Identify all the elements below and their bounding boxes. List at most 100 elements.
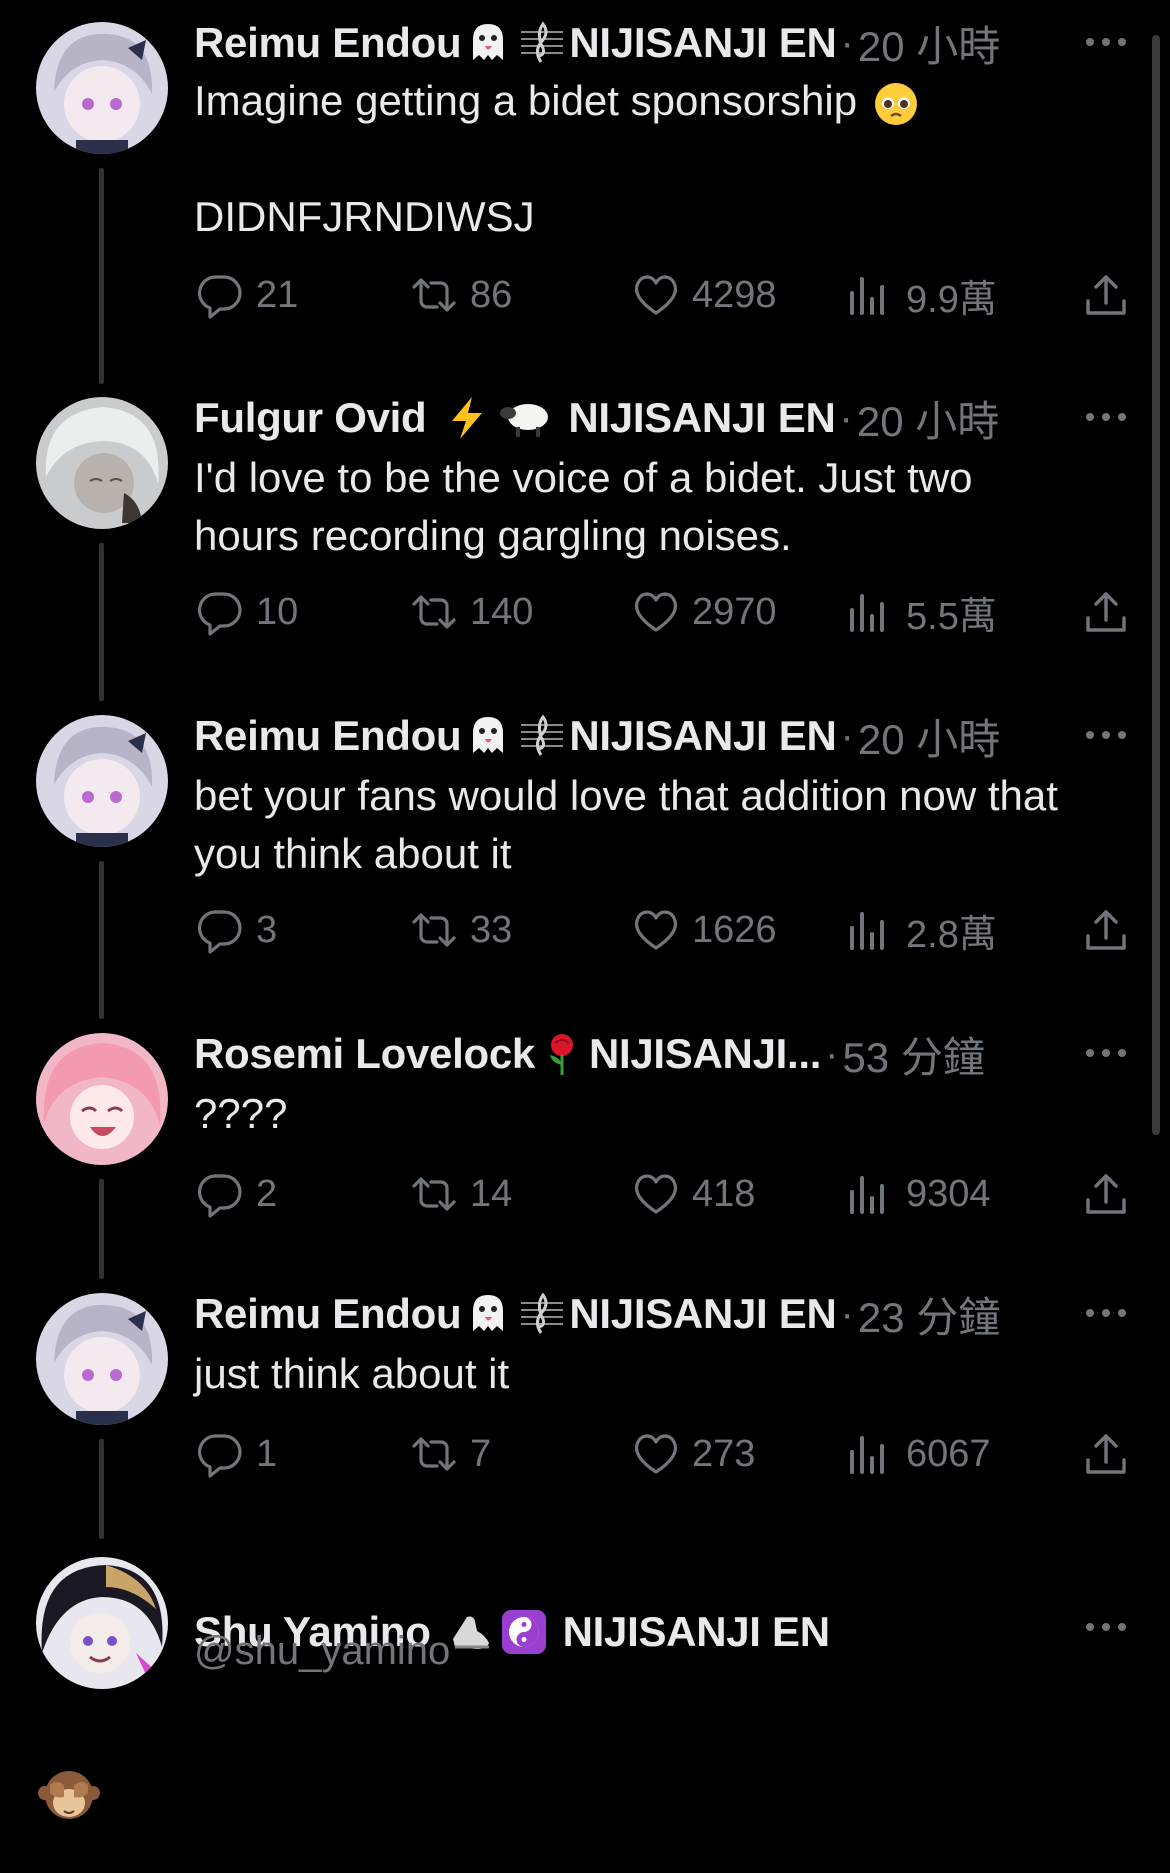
share-icon [1086, 592, 1126, 632]
avatar[interactable] [36, 1033, 168, 1165]
thread-line [99, 1439, 104, 1539]
retweet-button[interactable]: 14 [408, 1167, 512, 1221]
reply-button[interactable]: 3 [194, 903, 277, 957]
tweet-rosemi[interactable]: Rosemi Lovelock NIJISANJI... · 53 分鐘 ???… [0, 1011, 1170, 1279]
display-name[interactable]: Reimu Endou [194, 1290, 462, 1338]
see-no-evil-monkey-icon [36, 1763, 102, 1829]
yin-yang-icon [497, 1609, 551, 1655]
heart-icon [635, 275, 677, 315]
tweet-text: just think about it [194, 1350, 510, 1397]
timestamp[interactable]: 23 分鐘 [858, 1289, 1000, 1340]
like-button[interactable]: 273 [630, 1427, 755, 1481]
like-button[interactable]: 1626 [630, 903, 777, 957]
display-name[interactable]: Fulgur Ovid [194, 394, 427, 442]
more-options-icon[interactable] [1086, 1623, 1126, 1633]
music-score-icon [515, 20, 569, 66]
retweet-button[interactable]: 140 [408, 585, 533, 639]
timestamp[interactable]: 53 分鐘 [842, 1029, 984, 1080]
retweet-icon [412, 1437, 456, 1471]
music-score-icon [515, 1291, 569, 1337]
like-count: 273 [692, 1432, 756, 1475]
share-button[interactable] [1080, 903, 1142, 957]
more-options-icon[interactable] [1086, 413, 1126, 423]
tweet-header: Reimu Endou NIJISANJI EN · 23 分鐘 [194, 1289, 1060, 1339]
share-icon [1086, 1434, 1126, 1474]
share-button[interactable] [1080, 1167, 1142, 1221]
user-handle[interactable]: @shu_yamino [194, 1629, 450, 1674]
avatar[interactable] [36, 397, 168, 529]
reply-icon [197, 910, 242, 954]
reply-count: 2 [256, 1172, 278, 1215]
share-icon [1086, 1174, 1126, 1214]
views-button[interactable]: 6067 [844, 1427, 991, 1481]
tweet-actions: 10 140 2970 5.5萬 [194, 585, 1134, 639]
share-button[interactable] [1080, 1427, 1142, 1481]
display-name[interactable]: Reimu Endou [194, 19, 462, 67]
reply-icon [197, 275, 242, 319]
analytics-icon [850, 1436, 884, 1474]
like-button[interactable]: 4298 [630, 268, 777, 322]
reply-count: 1 [256, 1432, 278, 1475]
tweet-text: I'd love to be the voice of a bidet. Jus… [194, 454, 985, 559]
views-button[interactable]: 9.9萬 [844, 268, 997, 322]
like-count: 4298 [692, 273, 777, 316]
timestamp[interactable]: 20 小時 [857, 393, 999, 444]
views-button[interactable]: 9304 [844, 1167, 991, 1221]
share-button[interactable] [1080, 585, 1142, 639]
display-name[interactable]: Reimu Endou [194, 712, 462, 760]
like-button[interactable]: 418 [630, 1167, 755, 1221]
tweet-reimu-2[interactable]: Reimu Endou NIJISANJI EN · 20 小時 bet you… [0, 693, 1170, 1019]
avatar[interactable] [36, 715, 168, 847]
retweet-icon [412, 1177, 456, 1211]
more-options-icon[interactable] [1086, 731, 1126, 741]
analytics-icon [850, 912, 884, 950]
tweet-header: Reimu Endou NIJISANJI EN · 20 小時 [194, 711, 1060, 761]
tweet-header: Rosemi Lovelock NIJISANJI... · 53 分鐘 [194, 1029, 1060, 1079]
affiliation[interactable]: NIJISANJI EN [569, 1290, 836, 1338]
main-tweet-shu[interactable]: Shu Yamino NIJISANJI EN @shu_yamino [0, 1531, 1170, 1873]
reply-button[interactable]: 10 [194, 585, 298, 639]
separator-dot: · [825, 1031, 839, 1076]
retweet-button[interactable]: 7 [408, 1427, 491, 1481]
tweet-reimu-1[interactable]: Reimu Endou NIJISANJI EN · 20 小時 Imagine… [0, 0, 1170, 384]
like-button[interactable]: 2970 [630, 585, 777, 639]
affiliation[interactable]: NIJISANJI... [589, 1030, 821, 1078]
like-count: 418 [692, 1172, 756, 1215]
retweet-icon [412, 913, 456, 947]
reply-button[interactable]: 2 [194, 1167, 277, 1221]
display-name[interactable]: Rosemi Lovelock [194, 1030, 535, 1078]
share-button[interactable] [1080, 268, 1142, 322]
more-options-icon[interactable] [1086, 38, 1126, 48]
affiliation[interactable]: NIJISANJI EN [568, 394, 835, 442]
views-button[interactable]: 5.5萬 [844, 585, 997, 639]
timestamp[interactable]: 20 小時 [858, 711, 1000, 762]
like-count: 2970 [692, 590, 777, 633]
reply-button[interactable]: 1 [194, 1427, 277, 1481]
affiliation[interactable]: NIJISANJI EN [569, 19, 836, 67]
retweet-button[interactable]: 33 [408, 903, 512, 957]
avatar[interactable] [36, 1293, 168, 1425]
analytics-icon [850, 277, 884, 315]
more-options-icon[interactable] [1086, 1309, 1126, 1319]
views-button[interactable]: 2.8萬 [844, 903, 997, 957]
heart-icon [635, 910, 677, 950]
views-count: 9304 [906, 1172, 991, 1215]
timestamp[interactable]: 20 小時 [858, 18, 1000, 69]
thread-line [99, 861, 104, 1019]
avatar[interactable] [36, 22, 168, 154]
retweet-count: 86 [470, 273, 513, 316]
rose-icon [535, 1031, 589, 1077]
affiliation[interactable]: NIJISANJI EN [563, 1608, 830, 1656]
affiliation[interactable]: NIJISANJI EN [569, 712, 836, 760]
tweet-reimu-3[interactable]: Reimu Endou NIJISANJI EN · 23 分鐘 just th… [0, 1271, 1170, 1539]
reply-button[interactable]: 21 [194, 268, 298, 322]
retweet-button[interactable]: 86 [408, 268, 512, 322]
avatar[interactable] [36, 1557, 168, 1689]
tweet-text-line1: Imagine getting a bidet sponsorship [194, 77, 858, 124]
retweet-count: 33 [470, 908, 513, 951]
more-options-icon[interactable] [1086, 1049, 1126, 1059]
tweet-fulgur[interactable]: Fulgur Ovid NIJISANJI EN · 20 小時 I'd lov… [0, 375, 1170, 701]
share-icon [1086, 275, 1126, 315]
retweet-count: 7 [470, 1432, 492, 1475]
tweet-actions: 21 86 4298 9.9萬 [194, 268, 1134, 322]
